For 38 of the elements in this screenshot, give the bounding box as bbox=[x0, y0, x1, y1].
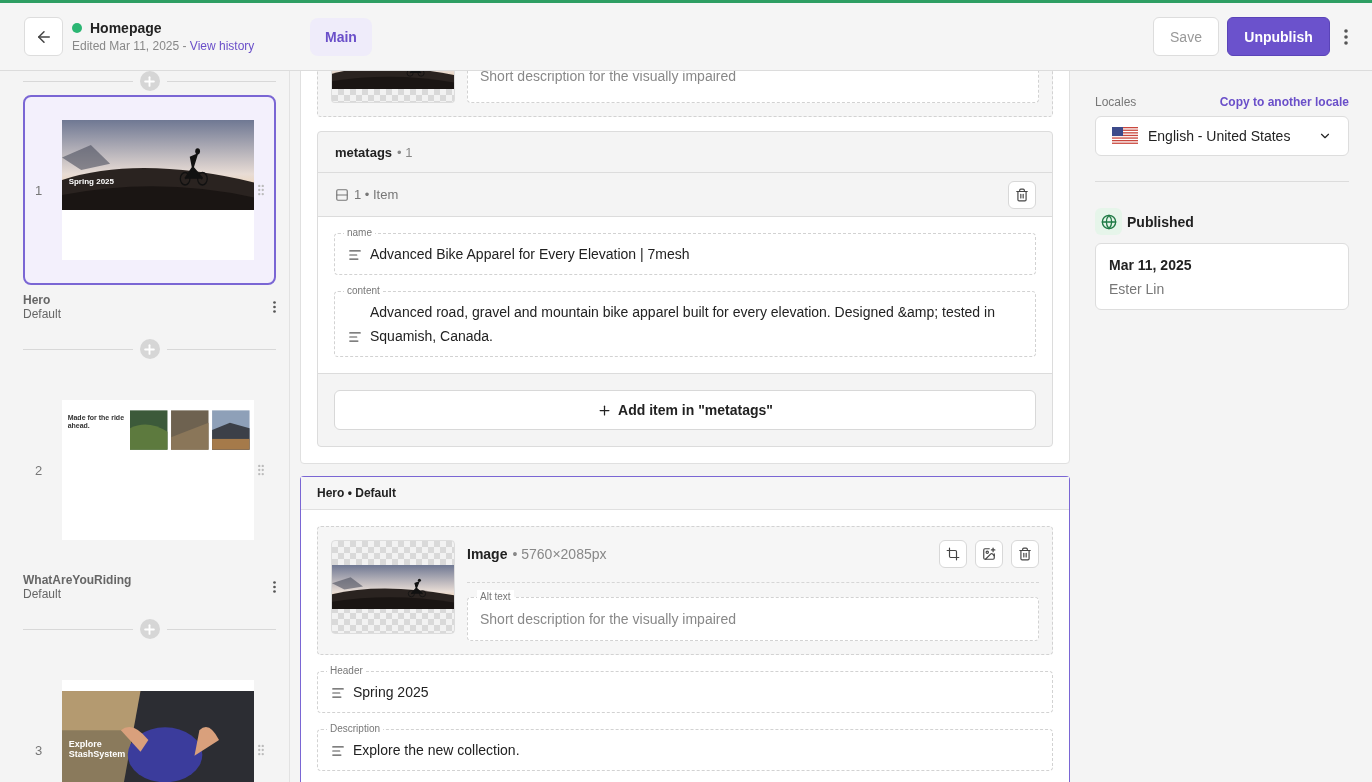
field-label: Alt text bbox=[477, 590, 514, 603]
locales-label: Locales bbox=[1095, 95, 1137, 109]
item-label: 1 • Item bbox=[354, 187, 399, 202]
field-label: content bbox=[344, 284, 383, 297]
field-label: Description bbox=[327, 722, 384, 735]
alt-text-field[interactable]: Short description for the visually impaired bbox=[467, 71, 1039, 103]
section-number: 3 bbox=[35, 742, 44, 758]
section-number: 1 bbox=[35, 182, 44, 198]
section-title: Hero bbox=[23, 293, 52, 307]
section-variant: Default bbox=[23, 587, 63, 601]
section-card[interactable]: 1 Spring 2025 bbox=[23, 95, 276, 285]
field-value: Advanced Bike Apparel for Every Elevation | 7mesh bbox=[370, 245, 691, 264]
add-item-button[interactable]: Add item in "metatags" bbox=[334, 390, 1036, 430]
section-variant: Default bbox=[23, 307, 63, 321]
section-title: WhatAreYouRiding bbox=[23, 573, 133, 587]
publish-date: Mar 11, 2025 bbox=[1109, 257, 1193, 273]
thumbnail-title: Explore StashSystem bbox=[68, 740, 127, 760]
group-count: • 1 bbox=[397, 144, 413, 160]
field-value: Advanced road, gravel and mountain bike apparel built for every elevation. Designed &amp; tested in Squamish, Canada. bbox=[370, 303, 996, 346]
group-title: metatags bbox=[335, 144, 393, 160]
section-number: 2 bbox=[35, 462, 44, 478]
field-value: Spring 2025 bbox=[353, 683, 430, 702]
page-title: Homepage bbox=[90, 20, 162, 36]
copy-locale-link[interactable]: Copy to another locale bbox=[1219, 95, 1349, 109]
view-history-link[interactable]: View history bbox=[189, 39, 255, 53]
field-label: Header bbox=[327, 664, 366, 677]
publish-author: Ester Lin bbox=[1109, 281, 1166, 297]
image-label: Image bbox=[467, 546, 508, 562]
unpublish-button[interactable]: Unpublish bbox=[1227, 17, 1330, 56]
locale-select[interactable]: English - United States bbox=[1095, 116, 1349, 156]
edited-date: Edited Mar 11, 2025 - bbox=[72, 39, 188, 53]
tab[interactable]: Main bbox=[310, 17, 372, 56]
field-value: Explore the new collection. bbox=[353, 741, 521, 760]
publish-status: Published bbox=[1127, 213, 1194, 230]
section-card[interactable]: 3 Explore StashSystem bbox=[23, 655, 276, 782]
image-size: • 5760×2085px bbox=[512, 546, 607, 562]
section-header: Hero • Default bbox=[301, 477, 1069, 510]
thumbnail-title: Spring 2025 bbox=[68, 178, 114, 187]
